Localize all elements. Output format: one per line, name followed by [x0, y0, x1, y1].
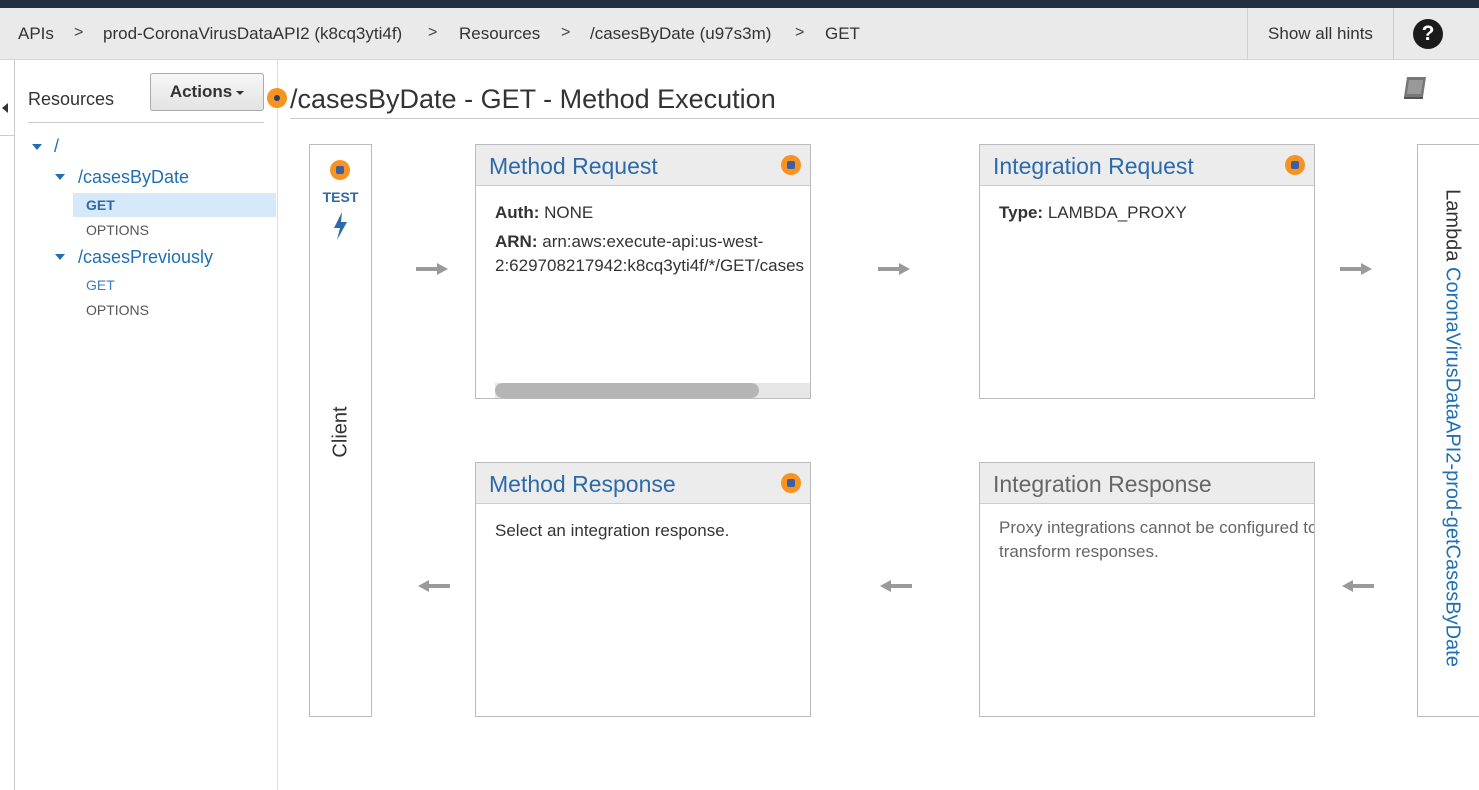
integration-request-box: Integration Request Type: LAMBDA_PROXY	[979, 144, 1315, 399]
caret-down-icon	[236, 90, 245, 95]
breadcrumb-resources[interactable]: Resources	[459, 24, 540, 44]
type-key: Type:	[999, 203, 1044, 222]
tree-item-cases-previously-options[interactable]: OPTIONS	[86, 302, 149, 318]
tree-item-cases-by-date[interactable]: /casesByDate	[78, 167, 189, 188]
integration-request-header: Integration Request	[980, 145, 1314, 186]
method-label: GET	[86, 197, 115, 213]
breadcrumb-separator: >	[795, 24, 805, 41]
arrow-left-icon	[1342, 580, 1374, 592]
lambda-target: Lambda CoronaVirusDataAPI2-prod-getCases…	[1441, 189, 1464, 667]
integration-request-link[interactable]: Integration Request	[993, 153, 1194, 180]
divider	[28, 122, 264, 123]
actions-button[interactable]: Actions	[150, 73, 264, 111]
resources-title: Resources	[28, 89, 115, 109]
breadcrumb-separator: >	[428, 24, 438, 41]
type-row: Type: LAMBDA_PROXY	[999, 201, 1187, 225]
method-response-message: Select an integration response.	[495, 521, 730, 540]
method-response-header: Method Response	[476, 463, 810, 504]
tree-item-root[interactable]: /	[54, 136, 59, 157]
horizontal-scrollbar-thumb[interactable]	[495, 383, 759, 398]
breadcrumb-separator: >	[74, 24, 84, 41]
method-request-link[interactable]: Method Request	[489, 153, 658, 180]
arrow-right-icon	[1340, 263, 1372, 275]
hint-dot-icon[interactable]	[330, 160, 350, 180]
tree-item-cases-previously[interactable]: /casesPreviously	[78, 247, 213, 268]
expand-triangle-icon[interactable]	[55, 174, 65, 180]
lightning-bolt-icon[interactable]	[331, 211, 351, 241]
book-icon[interactable]	[1401, 74, 1431, 100]
integration-response-header: Integration Response	[980, 463, 1314, 504]
client-panel: TEST Client	[309, 144, 372, 717]
hint-dot-icon[interactable]	[781, 155, 801, 175]
tree-item-cases-previously-get[interactable]: GET	[86, 277, 115, 293]
arrow-left-icon	[880, 580, 912, 592]
resources-panel: Resources Actions / /casesByDate GET OPT…	[15, 60, 278, 790]
breadcrumb-method: GET	[825, 24, 860, 43]
tree-item-cases-by-date-get[interactable]: GET	[73, 193, 276, 217]
method-request-box: Method Request Auth: NONE ARN: arn:aws:e…	[475, 144, 811, 399]
method-request-header: Method Request	[476, 145, 810, 186]
top-strip	[0, 0, 1479, 8]
arn-value-line2: 2:629708217942:k8cq3yti4f/*/GET/cases	[495, 256, 805, 275]
expand-triangle-icon[interactable]	[55, 254, 65, 260]
breadcrumb-separator: >	[561, 24, 571, 41]
method-response-link[interactable]: Method Response	[489, 471, 676, 498]
hint-dot-icon[interactable]	[1285, 155, 1305, 175]
page-title: /casesByDate - GET - Method Execution	[290, 84, 776, 114]
divider	[290, 118, 1479, 119]
lambda-prefix: Lambda	[1441, 189, 1464, 262]
actions-label: Actions	[169, 82, 233, 101]
help-icon[interactable]: ?	[1413, 19, 1443, 49]
arrow-left-icon	[418, 580, 450, 592]
auth-row: Auth: NONE	[495, 201, 593, 225]
arrow-right-icon	[416, 263, 448, 275]
test-button[interactable]: TEST	[310, 189, 371, 205]
hint-dot-icon[interactable]	[267, 88, 287, 108]
collapse-sidebar-toggle[interactable]	[0, 60, 15, 136]
arrow-right-icon	[878, 263, 910, 275]
type-value: LAMBDA_PROXY	[1047, 203, 1187, 222]
breadcrumb-api-name[interactable]: prod-CoronaVirusDataAPI2 (k8cq3yti4f)	[103, 24, 402, 44]
auth-key: Auth:	[495, 203, 540, 222]
tree-item-cases-by-date-options[interactable]: OPTIONS	[86, 222, 149, 238]
lambda-function-link[interactable]: CoronaVirusDataAPI2-prod-getCasesByDate	[1442, 267, 1464, 667]
breadcrumb-apis[interactable]: APIs	[18, 24, 54, 44]
arn-value-line1: arn:aws:execute-api:us-west-	[542, 232, 764, 251]
hint-dot-icon[interactable]	[781, 473, 801, 493]
left-rail	[0, 60, 15, 790]
show-all-hints-button[interactable]: Show all hints	[1247, 8, 1394, 60]
chevron-left-icon	[2, 103, 8, 113]
breadcrumb-resource[interactable]: /casesByDate (u97s3m)	[590, 24, 771, 44]
breadcrumb: APIs > prod-CoronaVirusDataAPI2 (k8cq3yt…	[0, 8, 1479, 60]
integration-response-title: Integration Response	[993, 471, 1212, 497]
method-response-box: Method Response Select an integration re…	[475, 462, 811, 717]
client-label: Client	[329, 406, 352, 458]
lambda-panel: Lambda CoronaVirusDataAPI2-prod-getCases…	[1417, 144, 1479, 717]
arn-row: ARN: arn:aws:execute-api:us-west- 2:6297…	[495, 230, 804, 278]
auth-value: NONE	[544, 203, 594, 222]
integration-response-message: Proxy integrations cannot be configured …	[999, 518, 1315, 561]
expand-triangle-icon[interactable]	[32, 144, 42, 150]
arn-key: ARN:	[495, 232, 538, 251]
integration-response-box: Integration Response Proxy integrations …	[979, 462, 1315, 717]
